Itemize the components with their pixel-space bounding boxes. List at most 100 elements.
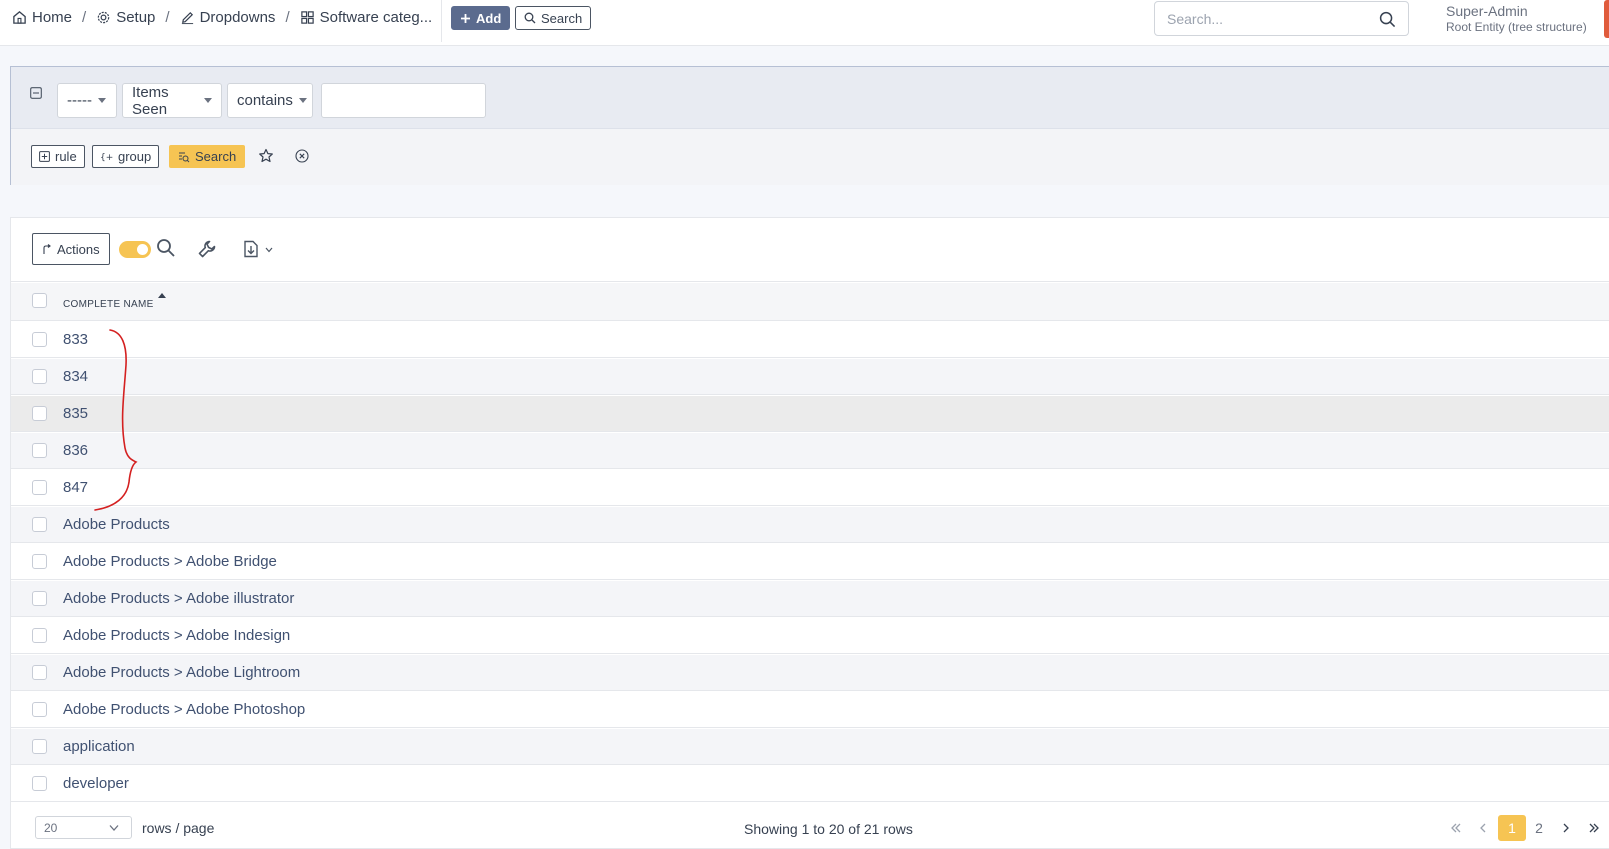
table-row[interactable]: 833 (11, 322, 1609, 358)
prev-page-icon[interactable] (1477, 815, 1489, 841)
actions-button[interactable]: Actions (32, 233, 110, 265)
last-page-icon[interactable] (1587, 815, 1601, 841)
row-name-link[interactable]: Adobe Products > Adobe Photoshop (63, 701, 305, 718)
row-checkbox[interactable] (32, 369, 47, 384)
row-checkbox[interactable] (32, 517, 47, 532)
row-checkbox[interactable] (32, 332, 47, 347)
table-row[interactable]: Adobe Products > Adobe Bridge (11, 544, 1609, 580)
plus-square-icon (39, 151, 50, 162)
row-checkbox[interactable] (32, 406, 47, 421)
row-name-link[interactable]: 834 (63, 368, 88, 385)
row-checkbox[interactable] (32, 591, 47, 606)
row-name-link[interactable]: Adobe Products > Adobe Indesign (63, 627, 290, 644)
breadcrumb-dropdowns[interactable]: Dropdowns (180, 9, 276, 26)
operator-select[interactable]: contains (227, 83, 313, 118)
row-name-link[interactable]: Adobe Products (63, 516, 170, 533)
first-page-icon[interactable] (1449, 815, 1463, 841)
search-toggle[interactable] (119, 241, 151, 258)
column-header-complete-name[interactable]: COMPLETE NAME (63, 299, 154, 310)
breadcrumb-current[interactable]: Software categ... (300, 9, 432, 26)
collapse-icon[interactable] (30, 87, 42, 99)
criteria-value-input[interactable] (321, 83, 486, 118)
row-name-link[interactable]: 833 (63, 331, 88, 348)
table-row[interactable]: Adobe Products > Adobe Indesign (11, 618, 1609, 654)
table-header: COMPLETE NAME (11, 283, 1609, 321)
rows-per-page-select[interactable]: 20 (35, 816, 132, 839)
row-name-link[interactable]: 835 (63, 405, 88, 422)
table-row[interactable]: Adobe Products (11, 507, 1609, 543)
row-name-link[interactable]: Adobe Products > Adobe Lightroom (63, 664, 300, 681)
edit-icon (181, 11, 193, 25)
table-row[interactable]: 847 (11, 470, 1609, 506)
page-1-button[interactable]: 1 (1498, 815, 1526, 841)
results-toolbar: Actions (11, 218, 1609, 282)
page-2-button[interactable]: 2 (1531, 815, 1547, 841)
chevron-down-icon (298, 98, 307, 103)
select-all-checkbox[interactable] (32, 293, 47, 308)
row-checkbox[interactable] (32, 554, 47, 569)
row-checkbox[interactable] (32, 665, 47, 680)
chevron-down-icon[interactable] (265, 247, 273, 253)
field-select-value: Items Seen (132, 83, 169, 118)
table-row[interactable]: Adobe Products > Adobe Lightroom (11, 655, 1609, 691)
criteria-search-button[interactable]: Search (169, 145, 246, 168)
table-row[interactable]: Adobe Products > Adobe illustrator (11, 581, 1609, 617)
user-name[interactable]: Super-Admin (1446, 3, 1528, 19)
link-select[interactable]: ----- (57, 83, 117, 118)
row-checkbox[interactable] (32, 702, 47, 717)
table-row[interactable]: 836 (11, 433, 1609, 469)
row-checkbox[interactable] (32, 480, 47, 495)
table-row[interactable]: application (11, 729, 1609, 765)
row-checkbox[interactable] (32, 628, 47, 643)
row-name-link[interactable]: 836 (63, 442, 88, 459)
row-checkbox[interactable] (32, 443, 47, 458)
search-icon[interactable] (156, 238, 176, 258)
table-row[interactable]: 835 (11, 396, 1609, 432)
table-row[interactable]: 834 (11, 359, 1609, 395)
export-icon[interactable] (242, 240, 260, 258)
add-button-label: Add (476, 10, 502, 26)
row-checkbox[interactable] (32, 739, 47, 754)
field-select[interactable]: Items Seen (122, 83, 222, 118)
next-page-icon[interactable] (1560, 815, 1572, 841)
global-search-input[interactable] (1167, 11, 1367, 27)
row-name-link[interactable]: developer (63, 775, 129, 792)
add-group-label: group (118, 149, 152, 164)
plus-icon (461, 13, 470, 23)
global-search-box (1154, 1, 1409, 36)
row-name-link[interactable]: Adobe Products > Adobe illustrator (63, 590, 294, 607)
rows-per-page-label: rows / page (142, 820, 215, 836)
user-entity[interactable]: Root Entity (tree structure) (1446, 20, 1587, 34)
chevron-down-icon (109, 825, 119, 831)
row-checkbox[interactable] (32, 776, 47, 791)
wrench-icon[interactable] (197, 239, 217, 259)
search-icon[interactable] (1379, 11, 1396, 28)
criteria-actions: rule {+} group Search (11, 128, 1609, 185)
star-icon[interactable] (258, 148, 274, 164)
clear-icon[interactable] (295, 149, 309, 163)
group-icon: {+} (100, 153, 113, 162)
table-row[interactable]: developer (11, 766, 1609, 802)
breadcrumb-separator: / (165, 9, 170, 26)
add-group-button[interactable]: {+} group (92, 145, 160, 168)
gear-icon (97, 11, 110, 24)
breadcrumb-home-label: Home (32, 9, 73, 26)
breadcrumb-setup[interactable]: Setup (96, 9, 155, 26)
search-icon (524, 12, 536, 24)
breadcrumb-home[interactable]: Home (12, 9, 72, 26)
breadcrumb-dropdowns-label: Dropdowns (199, 9, 276, 26)
add-rule-button[interactable]: rule (31, 145, 85, 168)
search-criteria-panel: ----- Items Seen contains rule {+} group… (10, 66, 1609, 185)
actions-button-label: Actions (57, 241, 100, 257)
row-name-link[interactable]: 847 (63, 479, 88, 496)
pagination-info: Showing 1 to 20 of 21 rows (744, 821, 913, 837)
table-row[interactable]: Adobe Products > Adobe Photoshop (11, 692, 1609, 728)
search-button[interactable]: Search (515, 6, 592, 30)
svg-text:{+}: {+} (100, 153, 113, 162)
divider (441, 0, 442, 42)
add-button[interactable]: Add (451, 6, 511, 30)
row-name-link[interactable]: Adobe Products > Adobe Bridge (63, 553, 277, 570)
user-menu-edge[interactable] (1604, 0, 1609, 38)
row-name-link[interactable]: application (63, 738, 135, 755)
breadcrumb-setup-label: Setup (116, 9, 156, 26)
